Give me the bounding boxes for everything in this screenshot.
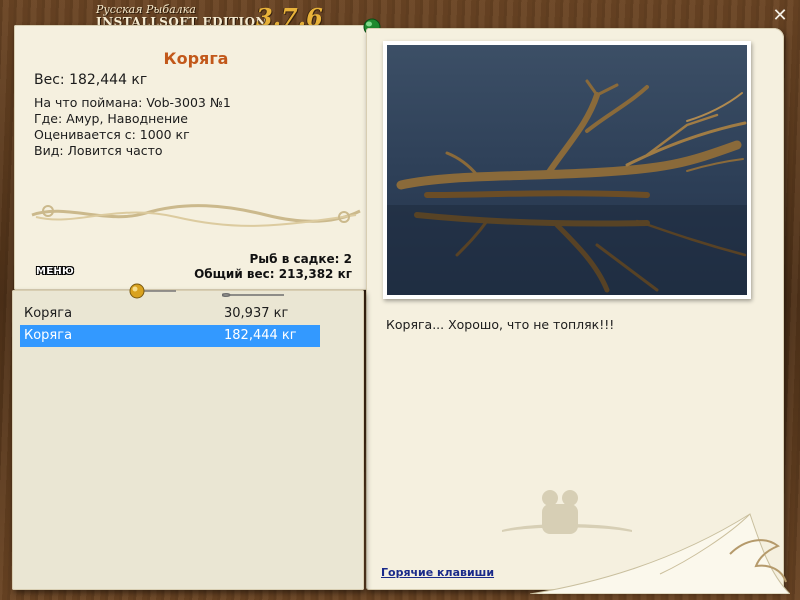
- photo-caption: Коряга... Хорошо, что не топляк!!!: [386, 317, 615, 332]
- photo-frame: [383, 41, 751, 299]
- fish-kind: Вид: Ловится часто: [34, 143, 163, 158]
- list-item-name: Коряга: [24, 328, 73, 343]
- keepnet-summary: Рыб в садке: 2 Общий вес: 213,382 кг: [194, 252, 352, 282]
- fish-valued-from: Оценивается с: 1000 кг: [34, 127, 190, 142]
- fish-name-title: Коряга: [163, 49, 229, 68]
- list-item-weight: 182,444 кг: [224, 328, 297, 343]
- list-item-selected[interactable]: Коряга 182,444 кг: [20, 325, 320, 347]
- fish-weight: Вес: 182,444 кг: [34, 72, 148, 88]
- catch-list-panel: Коряга 30,937 кг Коряга 182,444 кг: [12, 290, 364, 590]
- hotkeys-link[interactable]: Горячие клавиши: [381, 566, 494, 579]
- needle-icon: [222, 293, 284, 297]
- keepnet-count: Рыб в садке: 2: [249, 252, 353, 266]
- catch-list: Коряга 30,937 кг Коряга 182,444 кг: [20, 303, 320, 347]
- page-curl: [530, 513, 790, 594]
- fish-details: На что поймана: Vob-3003 №1 Где: Амур, Н…: [34, 95, 231, 159]
- snag-photo: [387, 45, 747, 295]
- list-item[interactable]: Коряга 30,937 кг: [20, 303, 320, 325]
- list-item-name: Коряга: [24, 306, 73, 321]
- gold-pin-icon: [129, 283, 176, 299]
- photo-panel: Коряга... Хорошо, что не топляк!!! Горяч…: [366, 28, 790, 594]
- ornament-divider: [31, 204, 361, 227]
- close-icon: ✕: [772, 5, 788, 26]
- fish-info-panel: Коряга Вес: 182,444 кг На что поймана: V…: [14, 25, 378, 290]
- keepnet-total-weight: Общий вес: 213,382 кг: [194, 267, 352, 281]
- fish-location: Где: Амур, Наводнение: [34, 111, 188, 126]
- list-item-weight: 30,937 кг: [224, 306, 289, 321]
- close-button[interactable]: ✕: [770, 6, 790, 26]
- menu-button[interactable]: МЕНЮ: [36, 266, 74, 277]
- fish-bait: На что поймана: Vob-3003 №1: [34, 95, 231, 110]
